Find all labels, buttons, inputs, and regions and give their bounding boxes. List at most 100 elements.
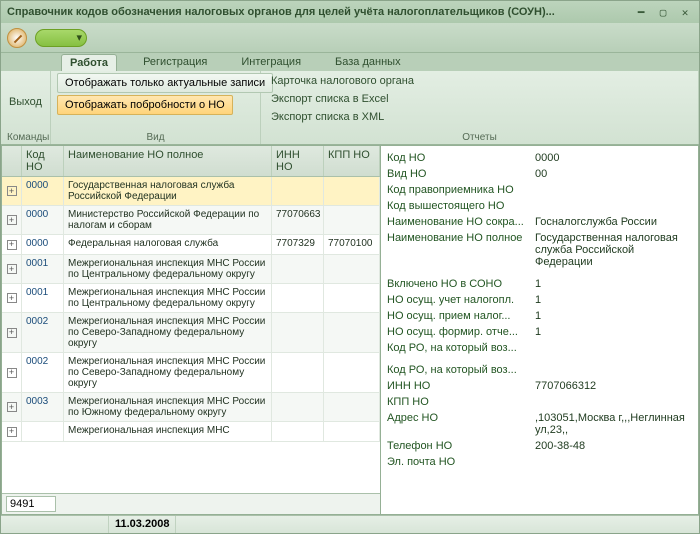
d-email-label: Эл. почта НО — [387, 456, 527, 468]
col-kpp[interactable]: КПП НО — [324, 146, 380, 176]
row-expander[interactable]: + — [2, 235, 22, 254]
cell-name: Межрегиональная инспекция МНС России по … — [64, 353, 272, 392]
d-succ-value — [535, 184, 692, 196]
table-row[interactable]: +0002Межрегиональная инспекция МНС Росси… — [2, 313, 380, 353]
group-view: Отображать только актуальные записи Отоб… — [51, 71, 261, 144]
cell-name: Межрегиональная инспекция МНС России по … — [64, 393, 272, 421]
cell-inn — [272, 353, 324, 392]
status-cell-1 — [1, 516, 109, 533]
app-window: Справочник кодов обозначения налоговых о… — [0, 0, 700, 534]
show-actual-button[interactable]: Отображать только актуальные записи — [57, 73, 273, 93]
d-short-value: Госналогслужба России — [535, 216, 692, 228]
cell-code — [22, 422, 64, 441]
row-expander[interactable]: + — [2, 284, 22, 312]
cell-code: 0000 — [22, 235, 64, 254]
row-expander[interactable]: + — [2, 422, 22, 441]
window-controls: ━ ▢ ✕ — [633, 5, 693, 19]
quick-access-bar: ▾ — [1, 23, 699, 53]
grid-header: Код НО Наименование НО полное ИНН НО КПП… — [2, 146, 380, 177]
row-expander[interactable]: + — [2, 313, 22, 352]
show-details-button[interactable]: Отображать побробности о НО — [57, 95, 233, 115]
table-row[interactable]: +0000Федеральная налоговая служба7707329… — [2, 235, 380, 255]
col-expander — [2, 146, 22, 176]
card-link[interactable]: Карточка налогового органа — [267, 73, 692, 89]
d-ro2-label: Код РО, на который воз... — [387, 364, 527, 376]
table-row[interactable]: +0001Межрегиональная инспекция МНС Росси… — [2, 284, 380, 313]
d-kpp-value — [535, 396, 692, 408]
d-tel-label: Телефон НО — [387, 440, 527, 452]
tab-registration[interactable]: Регистрация — [135, 54, 215, 70]
cell-code: 0001 — [22, 255, 64, 283]
cell-kpp — [324, 206, 380, 234]
row-expander[interactable]: + — [2, 255, 22, 283]
tab-work[interactable]: Работа — [61, 54, 117, 71]
col-inn[interactable]: ИНН НО — [272, 146, 324, 176]
cell-kpp — [324, 284, 380, 312]
cell-kpp — [324, 177, 380, 205]
details-panel[interactable]: Код НО0000 Вид НО00 Код правоприемника Н… — [381, 145, 699, 515]
d-addr-label: Адрес НО — [387, 412, 527, 436]
cell-name: Межрегиональная инспекция МНС — [64, 422, 272, 441]
app-orb-icon[interactable] — [7, 28, 27, 48]
table-row[interactable]: +0000Министерство Российской Федерации п… — [2, 206, 380, 235]
window-title: Справочник кодов обозначения налоговых о… — [7, 6, 633, 18]
d-inn-label: ИНН НО — [387, 380, 527, 392]
row-expander[interactable]: + — [2, 206, 22, 234]
d-succ-label: Код правоприемника НО — [387, 184, 527, 196]
export-xml-link[interactable]: Экспорт списка в XML — [267, 109, 692, 125]
minimize-button[interactable]: ━ — [633, 5, 649, 19]
exit-button[interactable]: Выход — [5, 94, 46, 110]
export-excel-link[interactable]: Экспорт списка в Excel — [267, 91, 692, 107]
table-row[interactable]: +0002Межрегиональная инспекция МНС Росси… — [2, 353, 380, 393]
group-commands-caption: Команды — [7, 131, 44, 144]
maximize-button[interactable]: ▢ — [655, 5, 671, 19]
d-kpp-label: КПП НО — [387, 396, 527, 408]
cell-name: Межрегиональная инспекция МНС России по … — [64, 255, 272, 283]
row-expander[interactable]: + — [2, 177, 22, 205]
grid-body[interactable]: +0000Государственная налоговая служба Ро… — [2, 177, 380, 493]
ribbon-body: Выход Команды Отображать только актуальн… — [1, 71, 699, 145]
cell-inn — [272, 177, 324, 205]
grid-footer — [2, 493, 380, 514]
titlebar: Справочник кодов обозначения налоговых о… — [1, 1, 699, 23]
d-ro2-value — [535, 364, 692, 376]
plus-icon: + — [7, 402, 17, 412]
table-row[interactable]: +0001Межрегиональная инспекция МНС Росси… — [2, 255, 380, 284]
cell-code: 0000 — [22, 177, 64, 205]
d-f3-label: НО осущ. формир. отче... — [387, 326, 527, 338]
d-ro-value — [535, 342, 692, 354]
cell-code: 0000 — [22, 206, 64, 234]
col-name[interactable]: Наименование НО полное — [64, 146, 272, 176]
status-date: 11.03.2008 — [109, 516, 176, 533]
plus-icon: + — [7, 264, 17, 274]
col-code[interactable]: Код НО — [22, 146, 64, 176]
cell-kpp — [324, 353, 380, 392]
d-addr-value: ,103051,Москва г,,,Неглинная ул,23,, — [535, 412, 692, 436]
status-bar: 11.03.2008 — [1, 515, 699, 533]
plus-icon: + — [7, 427, 17, 437]
cell-name: Межрегиональная инспекция МНС России по … — [64, 284, 272, 312]
cell-kpp — [324, 422, 380, 441]
quick-dropdown[interactable]: ▾ — [35, 29, 87, 47]
d-parent-label: Код вышестоящего НО — [387, 200, 527, 212]
cell-code: 0003 — [22, 393, 64, 421]
group-reports: Карточка налогового органа Экспорт списк… — [261, 71, 699, 144]
d-email-value — [535, 456, 692, 468]
close-button[interactable]: ✕ — [677, 5, 693, 19]
table-row[interactable]: + Межрегиональная инспекция МНС — [2, 422, 380, 442]
d-sono-label: Включено НО в СОНО — [387, 278, 527, 290]
d-code-value: 0000 — [535, 152, 692, 164]
row-expander[interactable]: + — [2, 393, 22, 421]
row-expander[interactable]: + — [2, 353, 22, 392]
row-count-field[interactable] — [6, 496, 56, 512]
group-reports-caption: Отчеты — [267, 131, 692, 144]
table-row[interactable]: +0000Государственная налоговая служба Ро… — [2, 177, 380, 206]
cell-kpp — [324, 393, 380, 421]
tab-database[interactable]: База данных — [327, 54, 409, 70]
cell-inn: 77070663 — [272, 206, 324, 234]
group-commands: Выход Команды — [1, 71, 51, 144]
chevron-down-icon: ▾ — [76, 31, 82, 44]
table-row[interactable]: +0003Межрегиональная инспекция МНС Росси… — [2, 393, 380, 422]
plus-icon: + — [7, 186, 17, 196]
tab-integration[interactable]: Интеграция — [233, 54, 309, 70]
